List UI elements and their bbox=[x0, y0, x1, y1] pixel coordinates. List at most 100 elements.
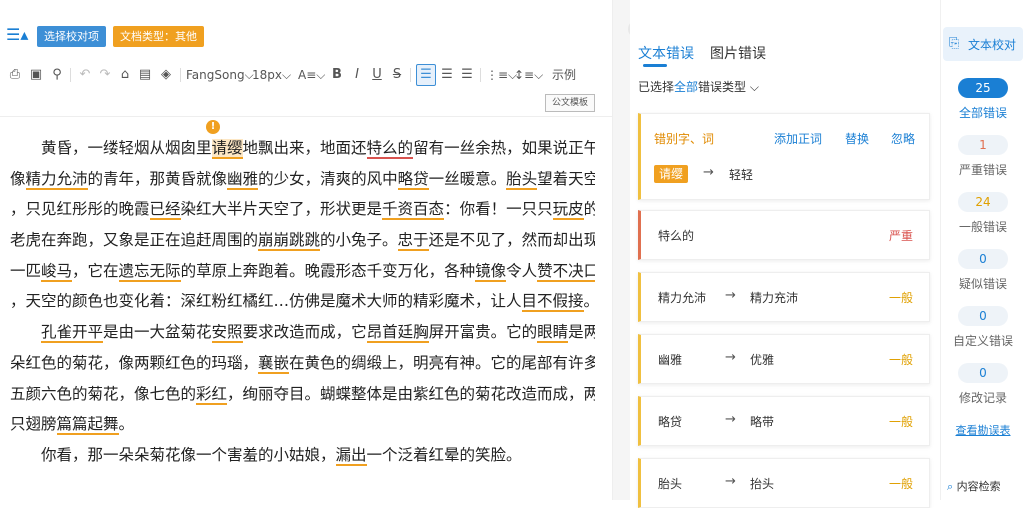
align-left-icon[interactable]: ☰ bbox=[416, 64, 436, 86]
stat-label[interactable]: 自定义错误 bbox=[940, 332, 1026, 349]
tab-text-errors[interactable]: 文本错误 bbox=[638, 43, 694, 63]
warning-marker-icon[interactable]: ! bbox=[206, 120, 220, 134]
list-menu-icon[interactable]: ☰▴ bbox=[6, 26, 28, 44]
stat-label[interactable]: 疑似错误 bbox=[940, 275, 1026, 292]
ignore-button[interactable]: 忽略 bbox=[891, 130, 915, 147]
format-painter-icon[interactable]: ⌂ bbox=[116, 62, 134, 88]
text-segment: 的青年，那黄昏就像 bbox=[87, 169, 228, 188]
severity-label: 一般 bbox=[888, 477, 913, 491]
image-icon[interactable]: ▣ bbox=[27, 62, 45, 88]
text-segment: 黄昏，一缕轻烟从烟囱里 bbox=[10, 139, 212, 157]
redo-icon[interactable]: ↷ bbox=[96, 62, 114, 88]
stat-count-badge[interactable]: 0 bbox=[958, 306, 1008, 326]
error-highlight[interactable]: 昂首廷胸 bbox=[366, 323, 429, 344]
error-highlight[interactable]: 玩皮 bbox=[552, 200, 584, 221]
error-highlight[interactable]: 请缨 bbox=[211, 139, 243, 159]
error-highlight[interactable]: 孔雀开平 bbox=[41, 323, 104, 344]
text-segment: 是由一大盆菊花 bbox=[103, 323, 212, 342]
error-card[interactable]: 特么的 严重 bbox=[638, 210, 930, 260]
error-highlight[interactable]: 千资百态 bbox=[382, 200, 445, 221]
example-button[interactable]: 示例 bbox=[550, 62, 578, 88]
error-card[interactable]: 幽雅 → 优雅 一般 bbox=[638, 334, 930, 384]
error-highlight[interactable]: 胎头 bbox=[506, 169, 538, 190]
stat-label[interactable]: 一般错误 bbox=[940, 218, 1026, 235]
error-card-expanded[interactable]: 错别字、词 添加正词 替换 忽略 请缨 → 轻轻 bbox=[638, 113, 930, 200]
view-errata-link[interactable]: 查看勘误表 bbox=[940, 422, 1026, 438]
text-segment: 还是不见了，然而却出现了 bbox=[428, 231, 595, 250]
arrow-right-icon: → bbox=[725, 474, 736, 489]
text-segment: 一匹 bbox=[10, 261, 42, 280]
suggestion-text: 轻轻 bbox=[729, 168, 754, 182]
filter-prefix: 已选择 bbox=[638, 80, 675, 94]
error-highlight[interactable]: 遗忘无际 bbox=[118, 261, 181, 282]
error-card[interactable]: 略贷 → 略带 一般 bbox=[638, 396, 930, 446]
text-segment: 一个泛着红晕的笑脸。 bbox=[366, 445, 522, 464]
stat-count-badge[interactable]: 24 bbox=[958, 192, 1008, 212]
error-highlight[interactable]: 安照 bbox=[211, 323, 243, 344]
replace-button[interactable]: 替换 bbox=[845, 130, 869, 147]
stat-label[interactable]: 严重错误 bbox=[940, 161, 1026, 178]
error-highlight[interactable]: 漏出 bbox=[335, 445, 367, 466]
clear-format-icon[interactable]: ▤ bbox=[136, 62, 154, 88]
content-search-button[interactable]: ⌕ 内容检索 bbox=[947, 478, 1001, 494]
line-height-icon[interactable]: ↕≡⌵ bbox=[514, 62, 543, 88]
error-highlight[interactable]: 略贷 bbox=[397, 169, 429, 190]
error-highlight[interactable]: 精力允沛 bbox=[25, 169, 88, 190]
text-segment: 的草原上奔跑着。晚霞形态千变万化，各种 bbox=[180, 261, 476, 280]
arrow-right-icon: → bbox=[725, 412, 736, 427]
error-card[interactable]: 精力允沛 → 精力充沛 一般 bbox=[638, 272, 930, 322]
error-highlight[interactable]: 赞不决口 bbox=[537, 261, 595, 282]
error-highlight[interactable]: 篇篇起舞 bbox=[56, 415, 119, 436]
official-template-button[interactable]: 公文模板 bbox=[545, 94, 596, 112]
export-icon[interactable]: ⎙ bbox=[6, 62, 24, 88]
error-highlight[interactable]: 已经 bbox=[149, 200, 181, 221]
stat-count-badge[interactable]: 0 bbox=[958, 363, 1008, 383]
error-highlight[interactable]: 忠于 bbox=[397, 231, 429, 252]
document-line: 孔雀开平是由一大盆菊花安照要求改造而成，它昂首廷胸屏开富贵。它的眼睛是两 bbox=[10, 317, 595, 348]
underline-icon[interactable]: U bbox=[368, 62, 386, 88]
suggestion-text: 精力充沛 bbox=[750, 291, 799, 305]
link-icon[interactable]: ⚲ bbox=[48, 62, 66, 88]
proof-icon: ⎘ bbox=[949, 36, 960, 51]
text-segment: 要求改造而成，它 bbox=[242, 323, 367, 342]
stat-count-badge[interactable]: 0 bbox=[958, 249, 1008, 269]
stat-label[interactable]: 修改记录 bbox=[940, 389, 1026, 406]
bold-icon[interactable]: B bbox=[328, 62, 346, 88]
document-text[interactable]: 黄昏，一缕轻烟从烟囱里请缨地飘出来，地面还特么的留有一丝余热，如果说正午 像精力允… bbox=[10, 133, 595, 471]
panel-rail bbox=[612, 0, 631, 500]
text-segment: 只翅膀 bbox=[10, 415, 57, 434]
font-family-select[interactable]: FangSong⌵ bbox=[186, 62, 254, 88]
error-highlight[interactable]: 崩崩跳跳 bbox=[258, 231, 321, 252]
error-highlight[interactable]: 幽雅 bbox=[227, 169, 259, 190]
text-segment: ，它在 bbox=[72, 261, 119, 280]
italic-icon[interactable]: I bbox=[348, 62, 366, 88]
text-proof-button[interactable]: ⎘ 文本校对 bbox=[943, 27, 1023, 61]
error-highlight[interactable]: 目不假接 bbox=[521, 292, 584, 313]
stat-count-badge[interactable]: 25 bbox=[958, 78, 1008, 98]
error-highlight[interactable]: 峻马 bbox=[41, 261, 73, 282]
doc-type-button[interactable]: 文档类型：其他 bbox=[113, 26, 204, 47]
error-highlight[interactable]: 彩红 bbox=[196, 384, 228, 405]
stat-count-badge[interactable]: 1 bbox=[958, 135, 1008, 155]
error-card[interactable]: 胎头 → 抬头 一般 bbox=[638, 458, 930, 508]
document-line: 像精力允沛的青年，那黄昏就像幽雅的少女，清爽的风中略贷一丝暖意。胎头望着天空 bbox=[10, 164, 595, 195]
align-center-icon[interactable]: ☰ bbox=[438, 62, 456, 88]
font-color-icon[interactable]: A≡⌵ bbox=[298, 62, 325, 88]
align-right-icon[interactable]: ☰ bbox=[458, 62, 476, 88]
tab-image-errors[interactable]: 图片错误 bbox=[710, 43, 766, 63]
document-line: 你看，那一朵朵菊花像一个害羞的小姑娘，漏出一个泛着红晕的笑脸。 bbox=[10, 440, 595, 471]
add-word-button[interactable]: 添加正词 bbox=[774, 130, 822, 147]
error-highlight[interactable]: 眼睛 bbox=[537, 323, 569, 344]
eraser-icon[interactable]: ◈ bbox=[157, 62, 175, 88]
error-highlight[interactable]: 特么的 bbox=[366, 139, 414, 159]
text-segment: 望着天空 bbox=[537, 169, 595, 188]
error-highlight[interactable]: 镜像 bbox=[475, 261, 507, 282]
select-proof-button[interactable]: 选择校对项 bbox=[37, 26, 106, 47]
stat-label[interactable]: 全部错误 bbox=[940, 104, 1026, 121]
list-format-icon[interactable]: ⋮≡⌵ bbox=[486, 62, 517, 88]
error-type-filter[interactable]: 已选择全部错误类型 ⌵ bbox=[638, 78, 759, 95]
undo-icon[interactable]: ↶ bbox=[76, 62, 94, 88]
strikethrough-icon[interactable]: S bbox=[388, 62, 406, 88]
font-size-select[interactable]: 18px⌵ bbox=[252, 62, 291, 88]
error-highlight[interactable]: 襄嵌 bbox=[258, 353, 290, 374]
